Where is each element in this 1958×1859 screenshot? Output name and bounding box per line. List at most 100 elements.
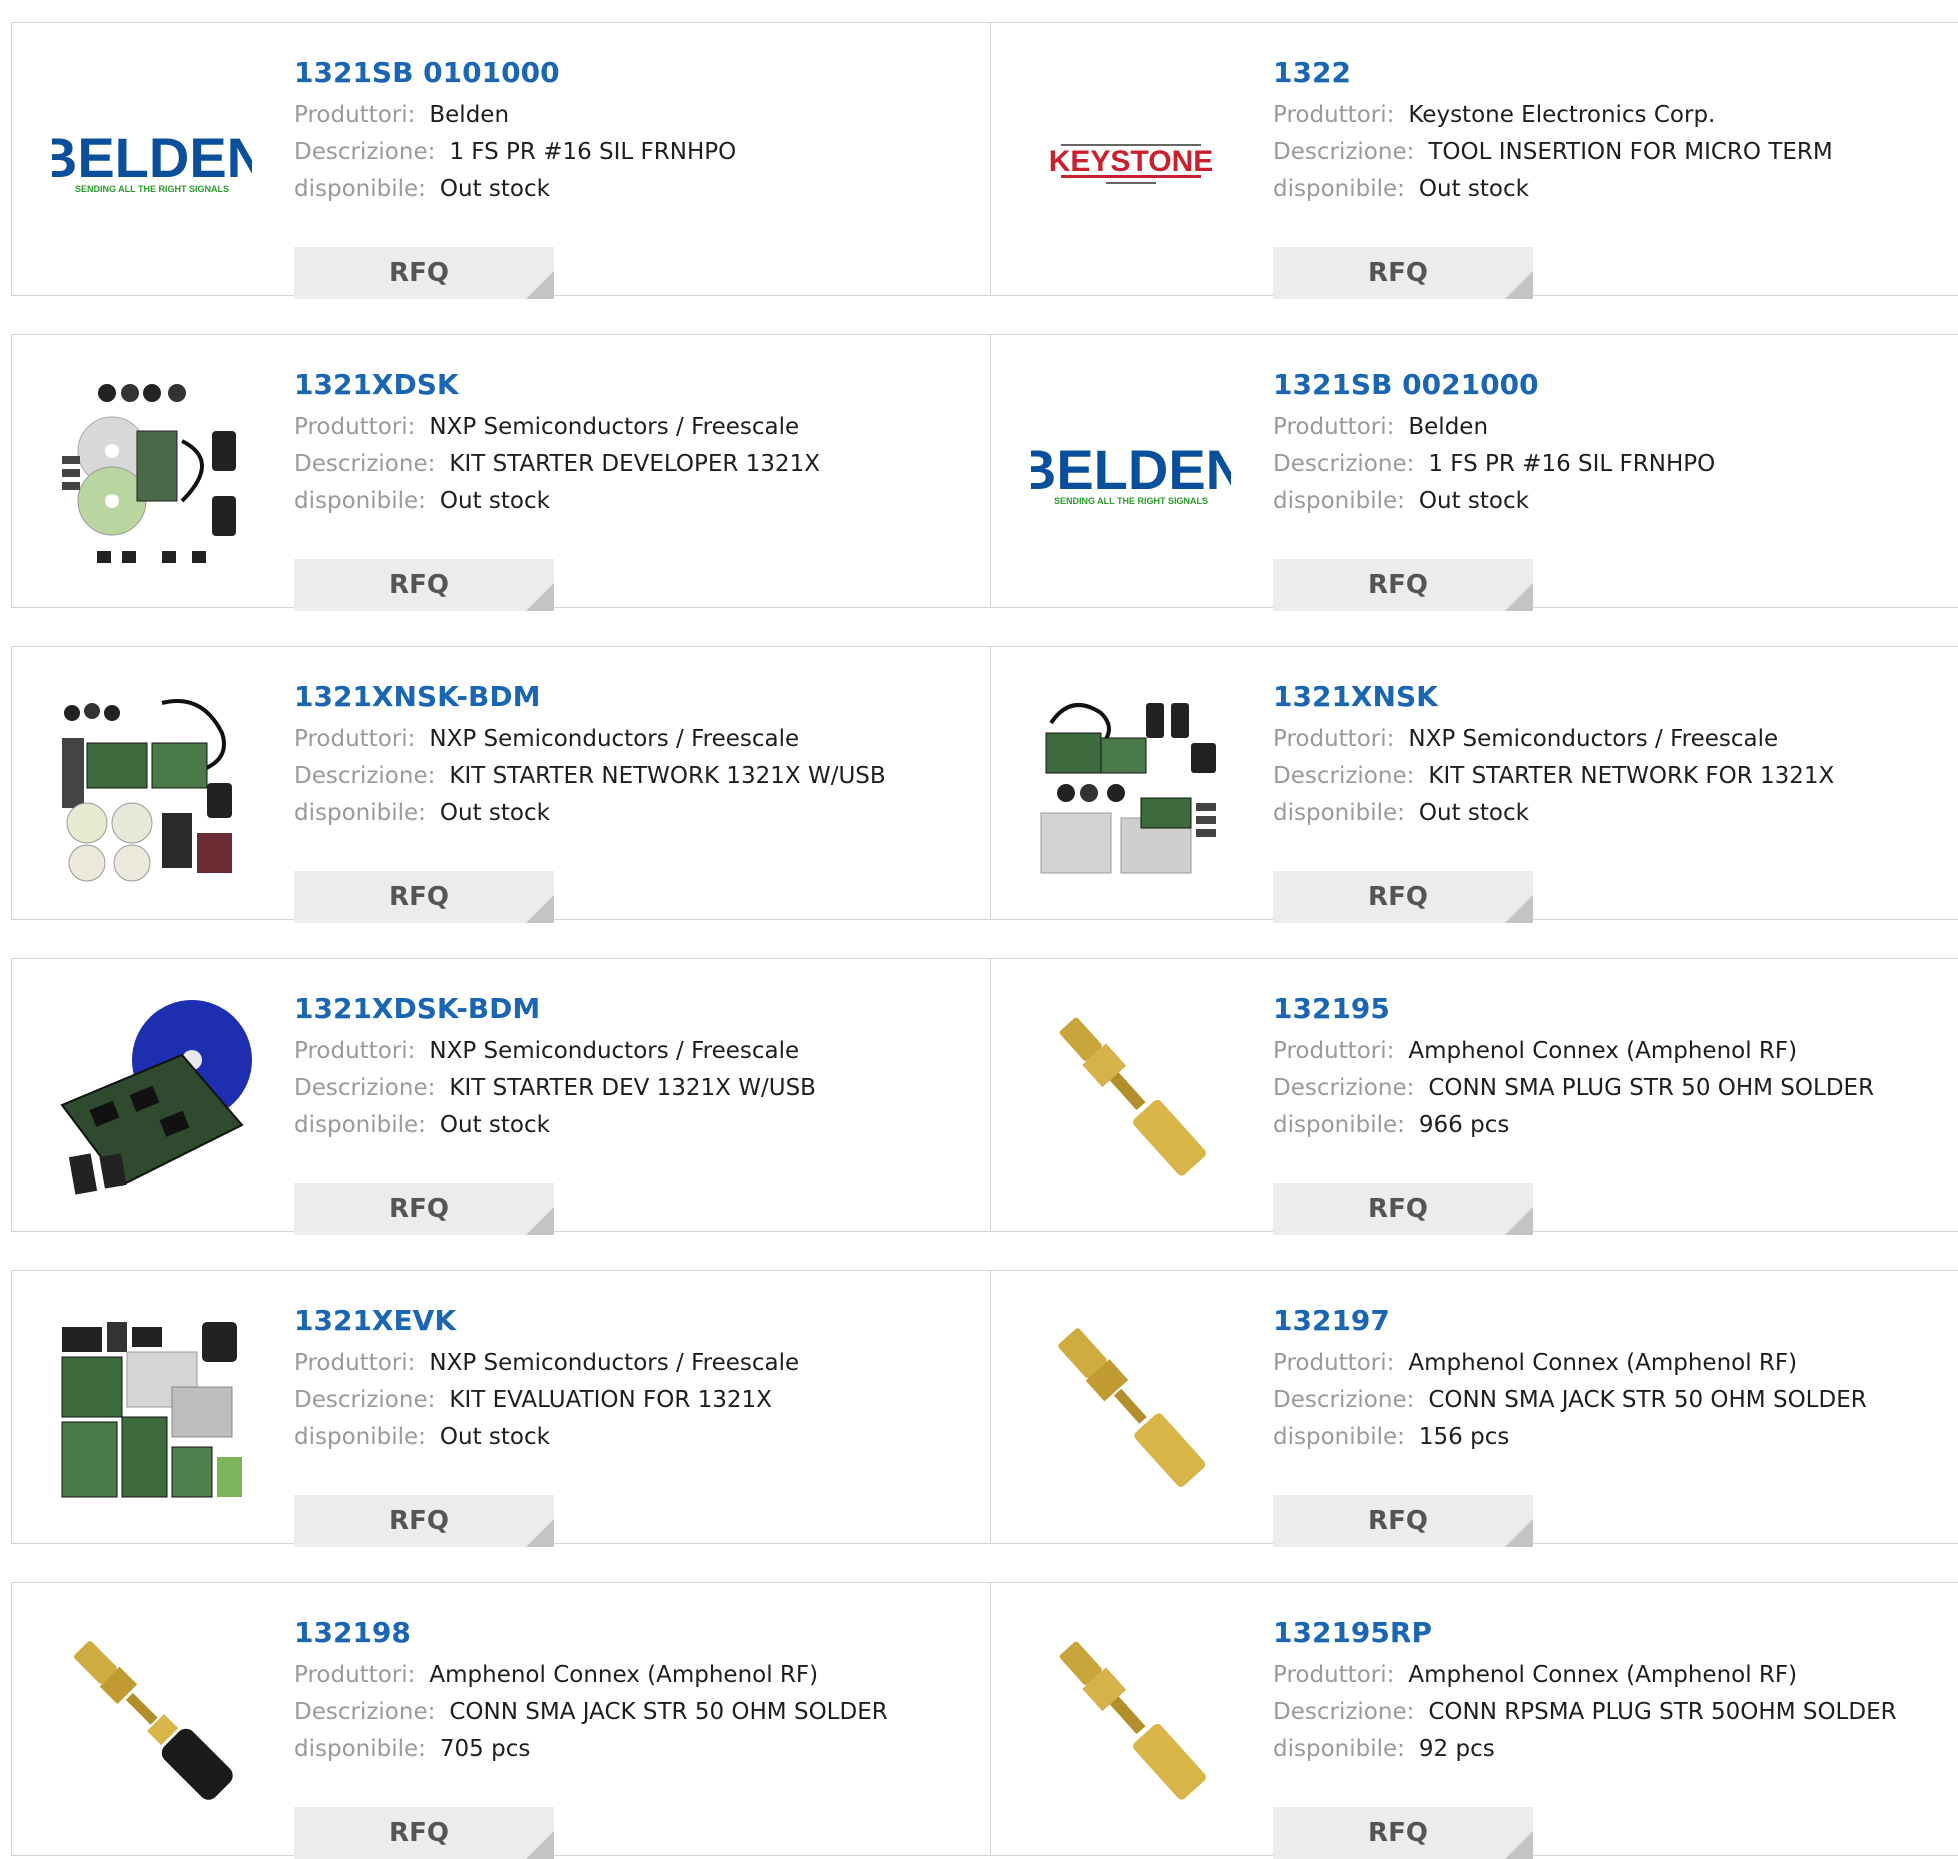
- manufacturer-label: Produttori:: [294, 1350, 416, 1376]
- corner-triangle-icon: [1505, 583, 1533, 611]
- product-image[interactable]: [52, 1307, 252, 1507]
- part-number-link[interactable]: 132195: [1273, 989, 1874, 1033]
- part-number-link[interactable]: 1321SB 0101000: [294, 53, 736, 97]
- description-label: Descrizione:: [1273, 1699, 1415, 1725]
- description-value: 1 FS PR #16 SIL FRNHPO: [1428, 451, 1716, 477]
- part-number-link[interactable]: 1321XNSK: [1273, 677, 1834, 721]
- belden-logo-icon: BELDEN SENDING ALL THE RIGHT SIGNALS: [1031, 438, 1231, 506]
- product-card: 132195RP Produttori: Amphenol Connex (Amp…: [991, 1583, 1958, 1859]
- availability-value: 156 pcs: [1418, 1424, 1510, 1450]
- manufacturer-value: Belden: [1408, 414, 1489, 440]
- description-row: Descrizione: CONN SMA PLUG STR 50 OHM SOL…: [1273, 1070, 1874, 1107]
- manufacturer-label: Produttori:: [294, 1662, 416, 1688]
- description-label: Descrizione:: [1273, 451, 1415, 477]
- product-card: KEYSTONE 1322 Produttori: Keystone Electr…: [991, 23, 1958, 299]
- product-image[interactable]: [1031, 683, 1231, 883]
- description-label: Descrizione:: [294, 451, 436, 477]
- product-image[interactable]: [1031, 1307, 1231, 1507]
- manufacturer-value: Keystone Electronics Corp.: [1408, 102, 1716, 128]
- manufacturer-label: Produttori:: [1273, 1662, 1395, 1688]
- manufacturer-value: NXP Semiconductors / Freescale: [429, 726, 800, 752]
- product-image[interactable]: [52, 371, 252, 571]
- availability-label: disponibile:: [294, 176, 426, 202]
- svg-text:BELDEN: BELDEN: [52, 126, 252, 189]
- part-number-link[interactable]: 1321XEVK: [294, 1301, 799, 1345]
- availability-row: disponibile: 966 pcs: [1273, 1107, 1874, 1144]
- product-card: BELDEN SENDING ALL THE RIGHT SIGNALS 132…: [12, 23, 991, 299]
- availability-label: disponibile:: [294, 1736, 426, 1762]
- description-value: KIT STARTER NETWORK 1321X W/USB: [449, 763, 886, 789]
- product-image[interactable]: [1031, 995, 1231, 1195]
- availability-value: Out stock: [1418, 800, 1529, 826]
- availability-row: disponibile: Out stock: [294, 1419, 799, 1456]
- part-number-link[interactable]: 1321XDSK-BDM: [294, 989, 816, 1033]
- description-label: Descrizione:: [1273, 139, 1415, 165]
- part-number-link[interactable]: 1321XNSK-BDM: [294, 677, 886, 721]
- rfq-label: RFQ: [1368, 1194, 1428, 1224]
- description-value: KIT EVALUATION FOR 1321X: [449, 1387, 772, 1413]
- description-label: Descrizione:: [294, 139, 436, 165]
- manufacturer-row: Produttori: Belden: [1273, 409, 1715, 446]
- description-label: Descrizione:: [294, 763, 436, 789]
- rfq-button[interactable]: RFQ: [1273, 247, 1533, 299]
- availability-label: disponibile:: [1273, 1424, 1405, 1450]
- rfq-button[interactable]: RFQ: [294, 1183, 554, 1235]
- rfq-button[interactable]: RFQ: [294, 871, 554, 923]
- part-number-link[interactable]: 1321XDSK: [294, 365, 820, 409]
- description-value: 1 FS PR #16 SIL FRNHPO: [449, 139, 737, 165]
- sma-connector-photo-icon: [1058, 1328, 1206, 1487]
- description-row: Descrizione: 1 FS PR #16 SIL FRNHPO: [1273, 446, 1715, 483]
- manufacturer-value: Amphenol Connex (Amphenol RF): [1408, 1662, 1798, 1688]
- availability-label: disponibile:: [1273, 800, 1405, 826]
- manufacturer-value: Amphenol Connex (Amphenol RF): [1408, 1038, 1798, 1064]
- product-image[interactable]: [52, 1619, 252, 1819]
- rfq-button[interactable]: RFQ: [1273, 1183, 1533, 1235]
- description-value: TOOL INSERTION FOR MICRO TERM: [1428, 139, 1833, 165]
- manufacturer-row: Produttori: Amphenol Connex (Amphenol RF): [1273, 1033, 1874, 1070]
- sma-jack-black-photo-icon: [74, 1641, 233, 1800]
- part-number-link[interactable]: 132195RP: [1273, 1613, 1897, 1657]
- rfq-button[interactable]: RFQ: [1273, 871, 1533, 923]
- description-value: CONN RPSMA PLUG STR 50OHM SOLDER: [1428, 1699, 1897, 1725]
- manufacturer-row: Produttori: NXP Semiconductors / Freescal…: [294, 409, 820, 446]
- product-image[interactable]: [52, 683, 252, 883]
- product-image[interactable]: KEYSTONE: [1031, 59, 1231, 259]
- rfq-button[interactable]: RFQ: [1273, 559, 1533, 611]
- description-value: CONN SMA JACK STR 50 OHM SOLDER: [1428, 1387, 1867, 1413]
- description-row: Descrizione: KIT STARTER DEVELOPER 1321X: [294, 446, 820, 483]
- availability-value: Out stock: [1418, 176, 1529, 202]
- availability-value: 705 pcs: [439, 1736, 531, 1762]
- belden-logo-icon: BELDEN SENDING ALL THE RIGHT SIGNALS: [52, 126, 252, 194]
- rfq-button[interactable]: RFQ: [294, 559, 554, 611]
- rfq-label: RFQ: [389, 1506, 449, 1536]
- manufacturer-value: NXP Semiconductors / Freescale: [429, 1038, 800, 1064]
- rfq-button[interactable]: RFQ: [294, 1807, 554, 1859]
- rfq-button[interactable]: RFQ: [294, 247, 554, 299]
- rfq-button[interactable]: RFQ: [294, 1495, 554, 1547]
- manufacturer-value: NXP Semiconductors / Freescale: [429, 414, 800, 440]
- description-row: Descrizione: CONN RPSMA PLUG STR 50OHM SO…: [1273, 1694, 1897, 1731]
- availability-value: Out stock: [439, 488, 550, 514]
- availability-label: disponibile:: [294, 1424, 426, 1450]
- description-row: Descrizione: 1 FS PR #16 SIL FRNHPO: [294, 134, 736, 171]
- product-image[interactable]: BELDEN SENDING ALL THE RIGHT SIGNALS: [1031, 371, 1231, 571]
- rfq-button[interactable]: RFQ: [1273, 1495, 1533, 1547]
- part-number-link[interactable]: 1322: [1273, 53, 1833, 97]
- network-kit-photo-icon: [1040, 703, 1216, 874]
- manufacturer-label: Produttori:: [294, 102, 416, 128]
- part-number-link[interactable]: 132197: [1273, 1301, 1867, 1345]
- manufacturer-row: Produttori: Amphenol Connex (Amphenol RF): [1273, 1345, 1867, 1382]
- product-image[interactable]: [1031, 1619, 1231, 1819]
- product-image[interactable]: BELDEN SENDING ALL THE RIGHT SIGNALS: [52, 59, 252, 259]
- product-image[interactable]: [52, 995, 252, 1195]
- description-row: Descrizione: TOOL INSERTION FOR MICRO TER…: [1273, 134, 1833, 171]
- availability-row: disponibile: Out stock: [1273, 171, 1833, 208]
- availability-row: disponibile: Out stock: [1273, 795, 1834, 832]
- product-card: 1321XNSK Produttori: NXP Semiconductors /…: [991, 647, 1958, 923]
- part-number-link[interactable]: 1321SB 0021000: [1273, 365, 1715, 409]
- rfq-button[interactable]: RFQ: [1273, 1807, 1533, 1859]
- part-number-link[interactable]: 132198: [294, 1613, 888, 1657]
- description-value: CONN SMA JACK STR 50 OHM SOLDER: [449, 1699, 888, 1725]
- availability-value: Out stock: [439, 800, 550, 826]
- availability-label: disponibile:: [1273, 488, 1405, 514]
